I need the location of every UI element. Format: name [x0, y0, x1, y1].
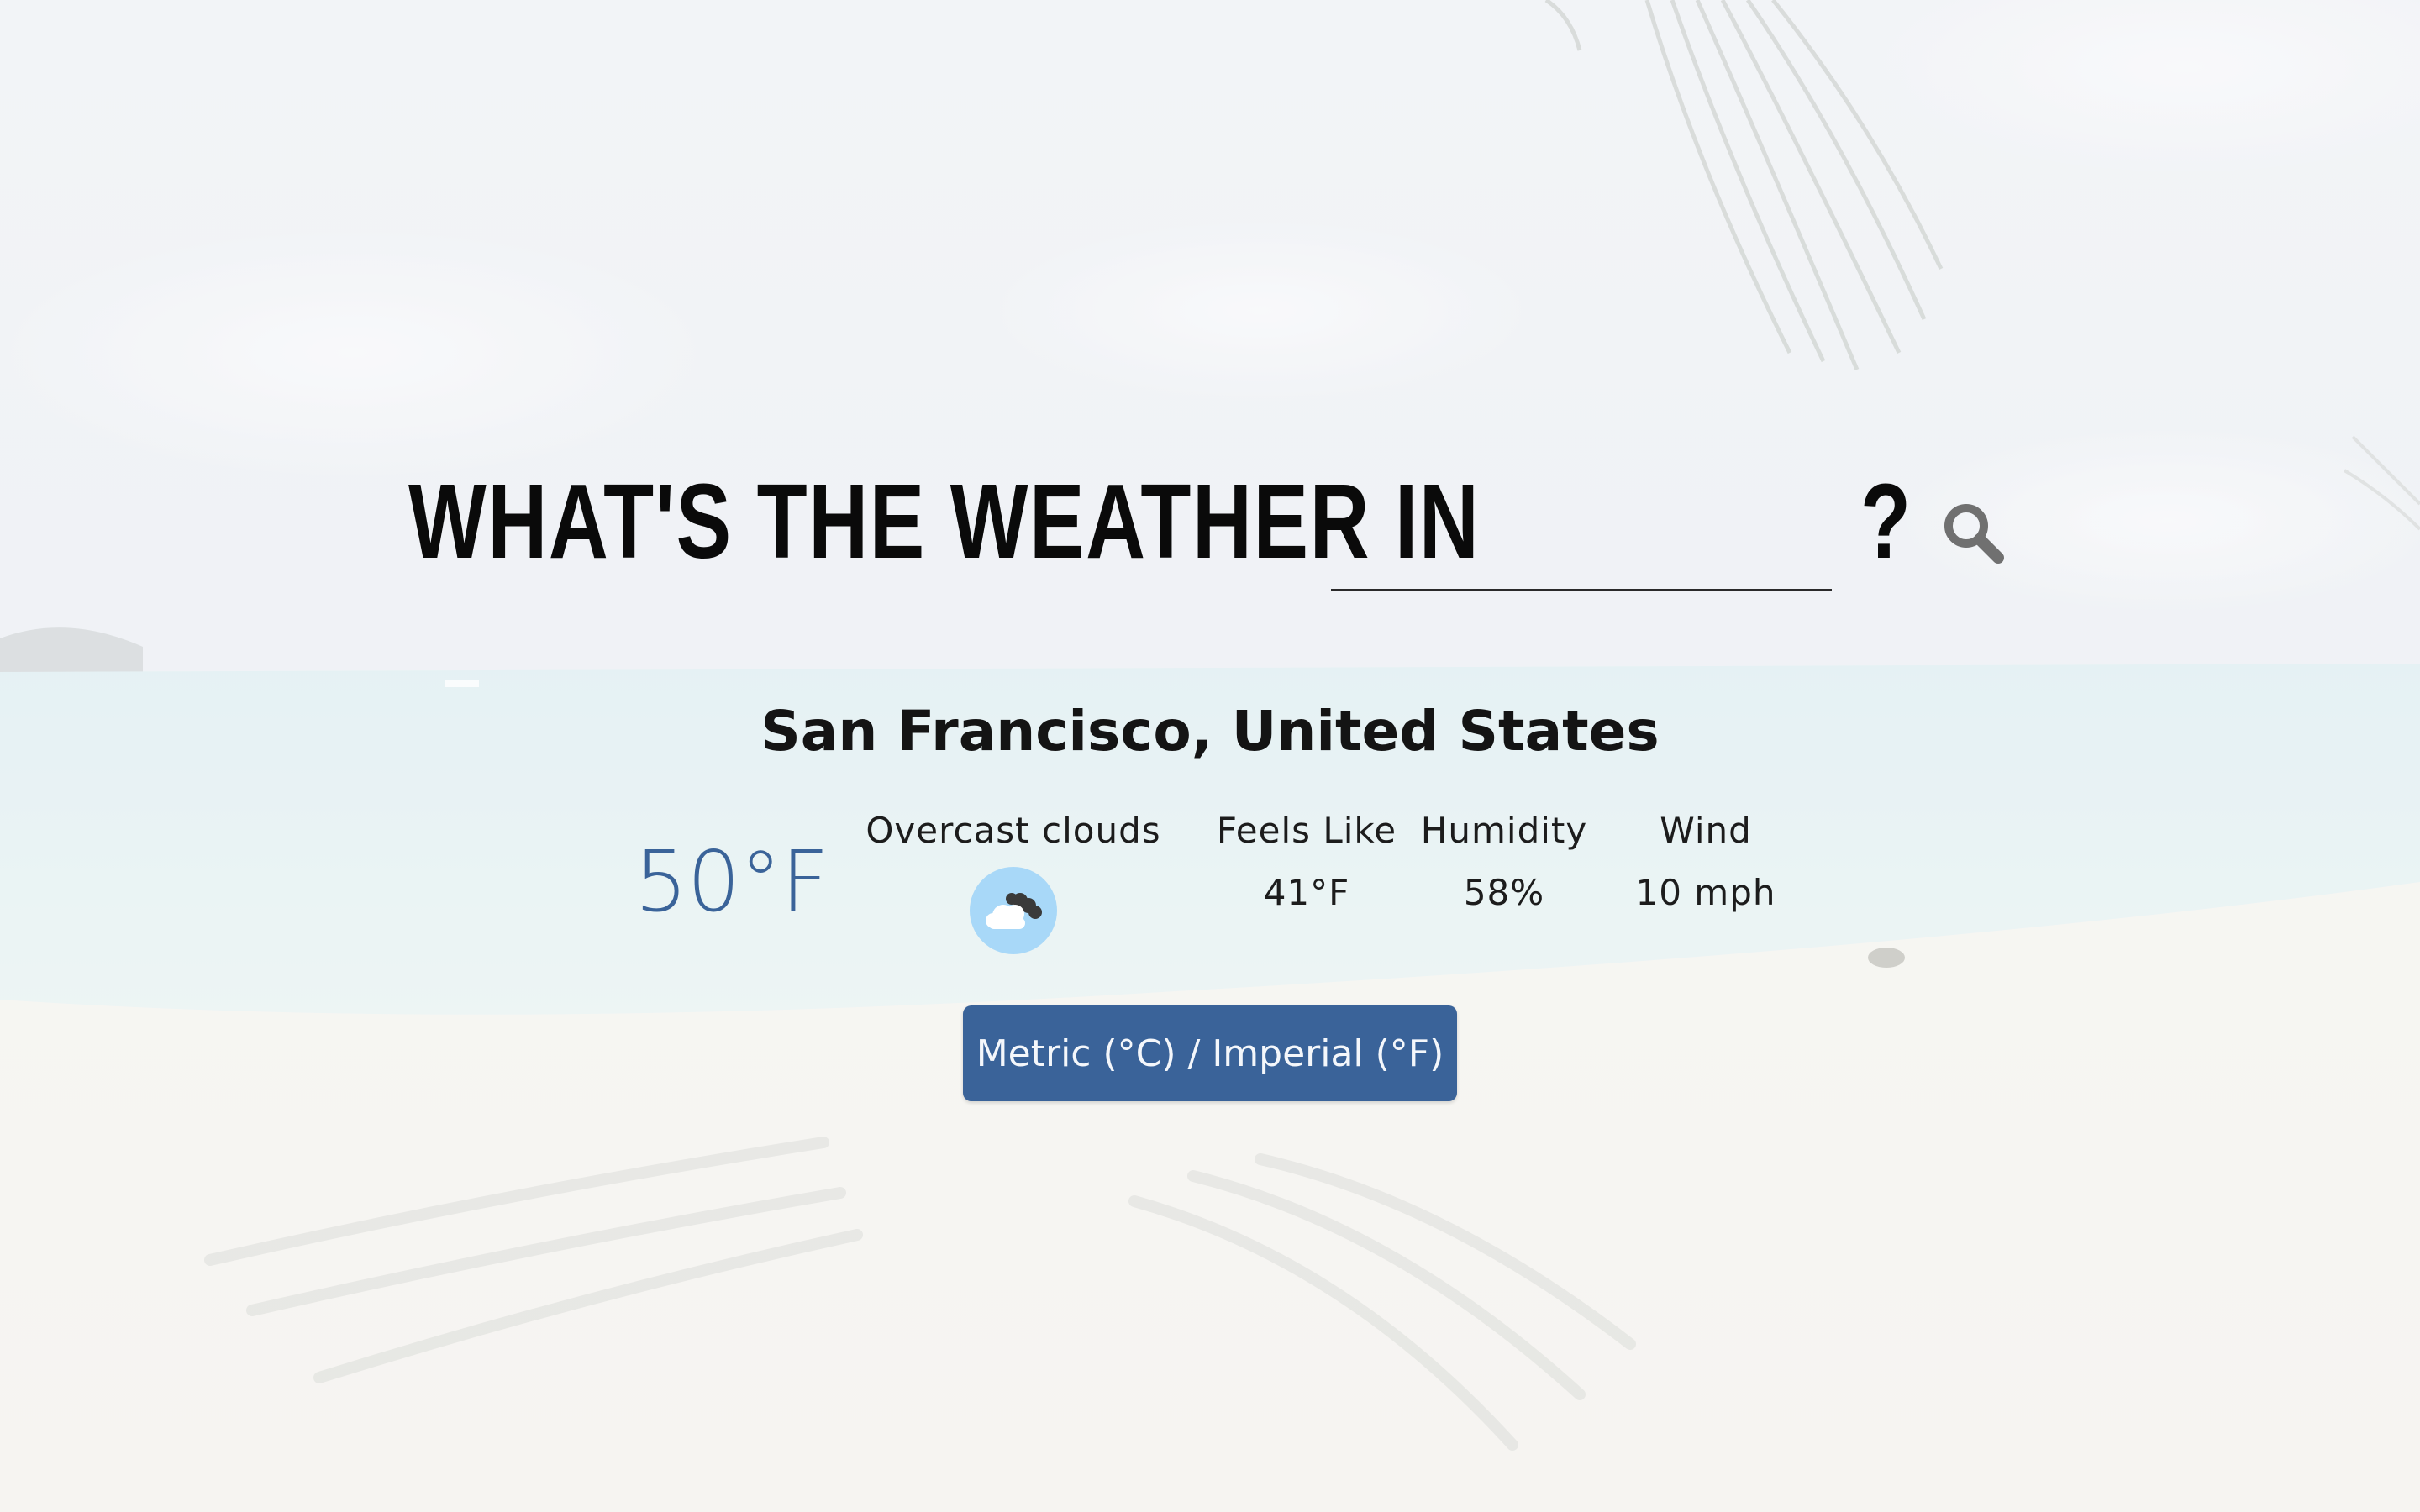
humidity-value: 58%: [1463, 872, 1545, 913]
unit-toggle-button[interactable]: Metric (°C) / Imperial (°F): [963, 1005, 1457, 1101]
wind-label: Wind: [1660, 810, 1752, 851]
wind-value: 10 mph: [1635, 872, 1776, 913]
search-headline: WHAT'S THE WEATHER IN: [408, 462, 1481, 580]
search-icon: [1944, 504, 2004, 564]
condition-label: Overcast clouds: [865, 810, 1161, 851]
current-temperature: 50°F: [634, 832, 829, 931]
search-button[interactable]: [1938, 497, 2013, 573]
condition-block: Overcast clouds: [862, 813, 1165, 954]
feels-like-value: 41°F: [1263, 872, 1350, 913]
feels-like-label: Feels Like: [1216, 810, 1397, 851]
wind-block: Wind 10 mph: [1605, 813, 1807, 911]
humidity-label: Humidity: [1420, 810, 1588, 851]
location-title: San Francisco, United States: [760, 699, 1660, 764]
humidity-block: Humidity 58%: [1403, 813, 1605, 911]
search-bar: WHAT'S THE WEATHER IN ?: [403, 454, 2033, 622]
overcast-clouds-icon: [970, 867, 1057, 954]
question-mark: ?: [1860, 462, 1912, 580]
city-search-input[interactable]: [1331, 482, 1832, 591]
feels-like-block: Feels Like 41°F: [1202, 813, 1412, 911]
